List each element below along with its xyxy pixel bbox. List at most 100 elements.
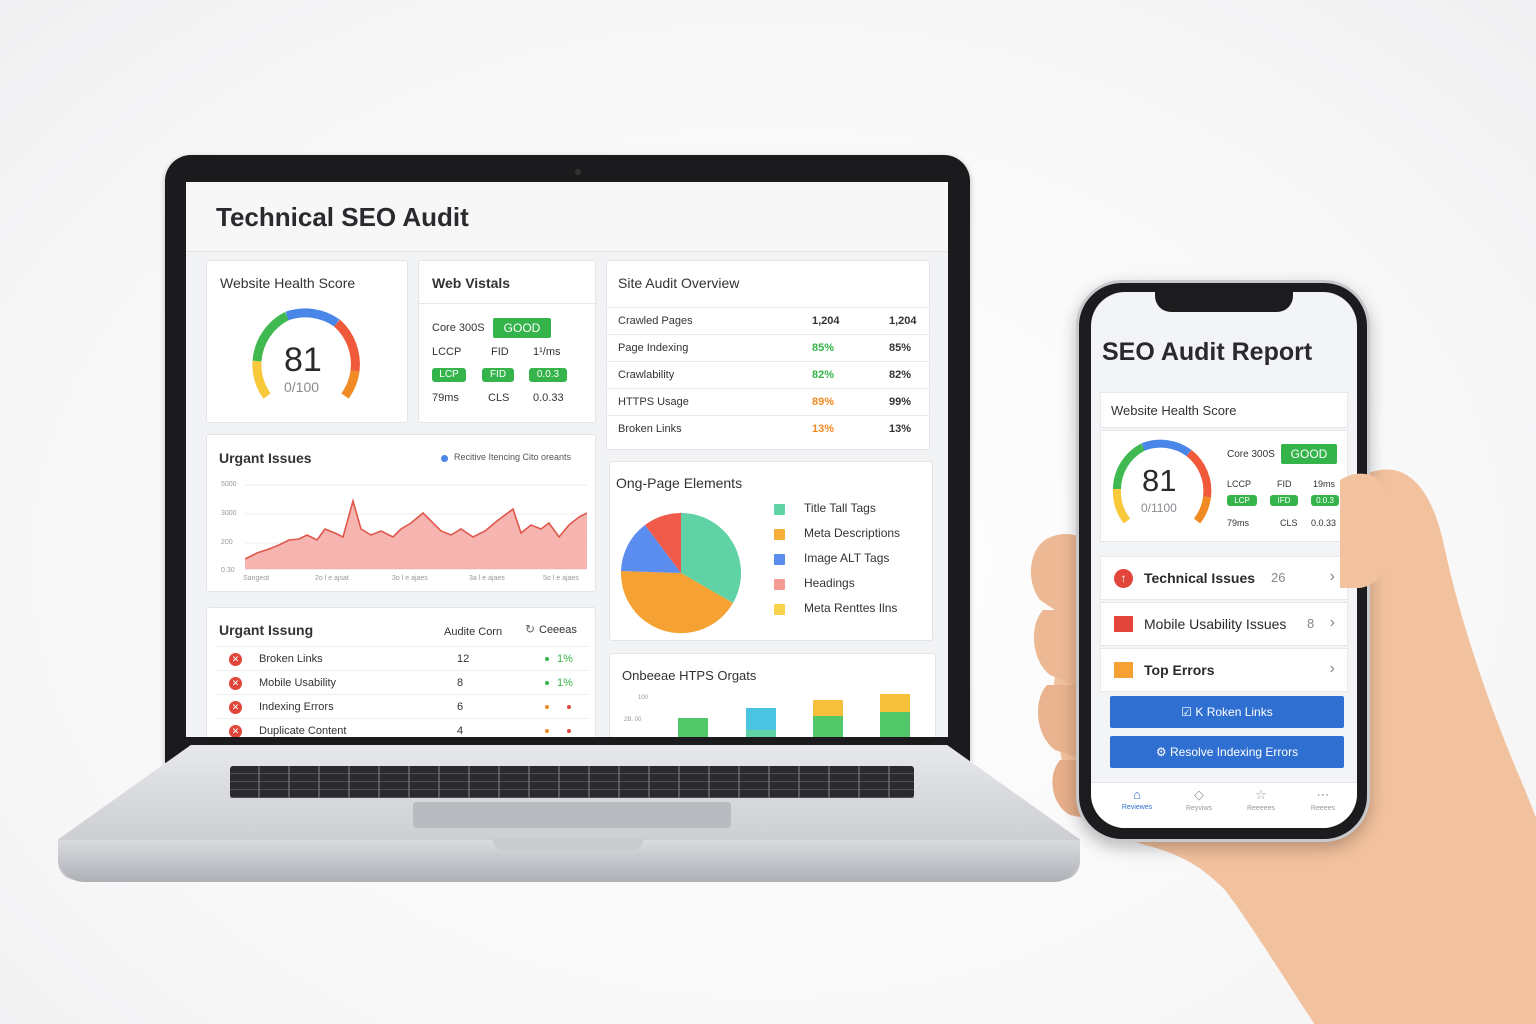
button-label: K Roken Links bbox=[1195, 705, 1273, 719]
bar-4 bbox=[880, 712, 910, 737]
urgent-issues-table-card[interactable]: Urgant Issung Audite Corn ↻ Ceeeas ✕ Brok… bbox=[206, 607, 596, 737]
legend-dot bbox=[441, 455, 448, 462]
phone-gauge-red bbox=[1186, 449, 1212, 498]
health-score-title: Website Health Score bbox=[220, 275, 356, 291]
bar-2-lower bbox=[746, 730, 776, 737]
issue-count: 4 bbox=[457, 725, 464, 737]
home-icon: ⌂ bbox=[1133, 787, 1141, 802]
overview-row-total: 99% bbox=[889, 396, 912, 408]
issue-row[interactable]: ✕ Broken Links 12 1% bbox=[217, 646, 589, 670]
legend-swatch bbox=[774, 579, 785, 590]
issue-count: 12 bbox=[457, 653, 470, 665]
alert-icon: ↑ bbox=[1114, 569, 1133, 588]
issue-row[interactable]: ✕ Indexing Errors 6 bbox=[217, 694, 589, 718]
overview-row[interactable]: HTTPS Usage 89% 99% bbox=[607, 388, 929, 415]
site-audit-overview-card[interactable]: Site Audit Overview Crawled Pages 1,204 1,… bbox=[606, 260, 930, 450]
bars-title: Onbeeae HTPS Orgats bbox=[622, 668, 757, 683]
tab-reviewes[interactable]: ⌂ Reviewes bbox=[1107, 787, 1167, 811]
status-dot bbox=[567, 705, 571, 709]
laptop-trackpad bbox=[413, 802, 731, 828]
web-vitals-card[interactable]: Web Vistals Core 300S GOOD LCCP FID 1¹/m… bbox=[418, 260, 597, 423]
error-icon: ✕ bbox=[229, 725, 242, 737]
overview-row[interactable]: Page Indexing 85% 85% bbox=[607, 334, 929, 361]
overview-row-value: 13% bbox=[812, 423, 835, 435]
onpage-title: Ong-Page Elements bbox=[616, 475, 743, 491]
tab-label: Reeeees bbox=[1246, 805, 1276, 812]
fix-broken-links-button[interactable]: ☑ K Roken Links bbox=[1110, 696, 1344, 728]
bar-3 bbox=[813, 716, 843, 737]
phone-cls-label: CLS bbox=[1280, 518, 1298, 528]
y-tick: 5000 bbox=[221, 481, 237, 488]
urgent-area-chart bbox=[245, 484, 587, 570]
phone-lcp-badge: LCP bbox=[1227, 495, 1257, 506]
overview-row-value: 1,204 bbox=[812, 315, 840, 327]
vitals-cls-badge: 0.0.3 bbox=[529, 368, 567, 382]
phone-health-card[interactable]: 81 0/1100 Core 300S GOOD LCCP FID 19ms L… bbox=[1100, 430, 1348, 542]
tab-reeees[interactable]: ⋯ Reeees bbox=[1293, 787, 1353, 812]
lock-icon: ◇ bbox=[1194, 787, 1204, 802]
phone-lcp-label: LCCP bbox=[1227, 479, 1252, 489]
overview-row-label: Broken Links bbox=[618, 423, 682, 435]
chevron-right-icon: › bbox=[1329, 614, 1335, 631]
y-tick: 0.30 bbox=[221, 567, 235, 574]
status-dot bbox=[545, 705, 549, 709]
https-bars-card[interactable]: Onbeeae HTPS Orgats 100 2B. 00 bbox=[609, 653, 936, 737]
tab-reeeees[interactable]: ☆ Reeeees bbox=[1231, 787, 1291, 812]
x-tick: 2o l e ajsat bbox=[315, 575, 349, 582]
overview-row[interactable]: Crawlability 82% 82% bbox=[607, 361, 929, 388]
vitals-cls-label: CLS bbox=[488, 392, 510, 404]
phone-fid-value: 19ms bbox=[1313, 479, 1336, 489]
https-bar-chart bbox=[678, 694, 910, 737]
product-shot: Technical SEO Audit Website Health Score… bbox=[0, 0, 1536, 1024]
legend-label: Meta Renttes Ilns bbox=[804, 601, 898, 615]
health-score-card[interactable]: Website Health Score 81 0/100 bbox=[206, 260, 408, 423]
shield-icon: ⚙ bbox=[1155, 745, 1167, 759]
bar-3-top bbox=[813, 700, 843, 716]
issue-extra: 1% bbox=[557, 653, 573, 665]
tab-reyviws[interactable]: ◇ Reyviws bbox=[1169, 787, 1229, 812]
overview-row-label: Crawled Pages bbox=[618, 315, 693, 327]
refresh-icon[interactable]: ↻ bbox=[525, 622, 535, 636]
phone-lcp-value: 79ms bbox=[1227, 518, 1250, 528]
urgent-chart-legend: Recitive Itencing Cito oreants bbox=[454, 452, 572, 462]
laptop-hinge-notch bbox=[493, 838, 643, 850]
issue-count: 6 bbox=[457, 701, 464, 713]
issue-extra: 1% bbox=[557, 677, 573, 689]
legend-swatch bbox=[774, 604, 785, 615]
phone-item-technical-issues[interactable]: ↑ Technical Issues 26 › bbox=[1100, 556, 1348, 600]
phone-title: SEO Audit Report bbox=[1102, 338, 1313, 366]
phone-item-top-errors[interactable]: Top Errors › bbox=[1100, 648, 1348, 692]
phone-score-value: 81 bbox=[1142, 463, 1177, 498]
issue-row[interactable]: ✕ Duplicate Content 4 bbox=[217, 718, 589, 737]
star-icon: ☆ bbox=[1255, 787, 1267, 802]
phone-core-label: Core 300S bbox=[1227, 449, 1275, 460]
x-tick: 3a l e ajaes bbox=[469, 575, 505, 582]
resolve-indexing-button[interactable]: ⚙ Resolve Indexing Errors bbox=[1110, 736, 1344, 768]
legend-swatch bbox=[774, 529, 785, 540]
phone-item-label: Top Errors bbox=[1144, 662, 1215, 678]
phone-notch bbox=[1155, 290, 1293, 312]
overview-row-label: HTTPS Usage bbox=[618, 396, 689, 408]
tab-label: Reyviws bbox=[1185, 805, 1213, 812]
overview-row[interactable]: Crawled Pages 1,204 1,204 bbox=[607, 307, 929, 334]
phone-item-count: 8 bbox=[1307, 616, 1315, 631]
phone-gauge-green bbox=[1113, 443, 1145, 490]
x-tick: 3o l e ajaes bbox=[392, 575, 428, 582]
urgent-issues-chart-card[interactable]: Urgant Issues Recitive Itencing Cito ore… bbox=[206, 434, 596, 592]
phone-cls-badge: 0.0.3 bbox=[1311, 495, 1339, 506]
bars-y-tick: 100 bbox=[638, 695, 649, 701]
gauge-segment-red bbox=[333, 319, 360, 372]
overview-row[interactable]: Broken Links 13% 13% bbox=[607, 415, 929, 442]
web-vitals-title: Web Vistals bbox=[432, 275, 511, 291]
more-icon: ⋯ bbox=[1316, 787, 1330, 802]
onpage-elements-card[interactable]: Ong-Page Elements Title Tall Tags Meta De… bbox=[609, 461, 933, 641]
vitals-fid-label: FID bbox=[491, 346, 509, 358]
error-icon: ✕ bbox=[229, 653, 242, 666]
issue-count: 8 bbox=[457, 677, 464, 689]
phone-item-mobile-usability[interactable]: Mobile Usability Issues 8 › bbox=[1100, 602, 1348, 646]
overview-row-value: 82% bbox=[812, 369, 835, 381]
laptop-camera bbox=[575, 169, 581, 175]
phone-gauge-blue bbox=[1141, 439, 1192, 457]
button-label: Resolve Indexing Errors bbox=[1170, 745, 1299, 759]
issue-row[interactable]: ✕ Mobile Usability 8 1% bbox=[217, 670, 589, 694]
